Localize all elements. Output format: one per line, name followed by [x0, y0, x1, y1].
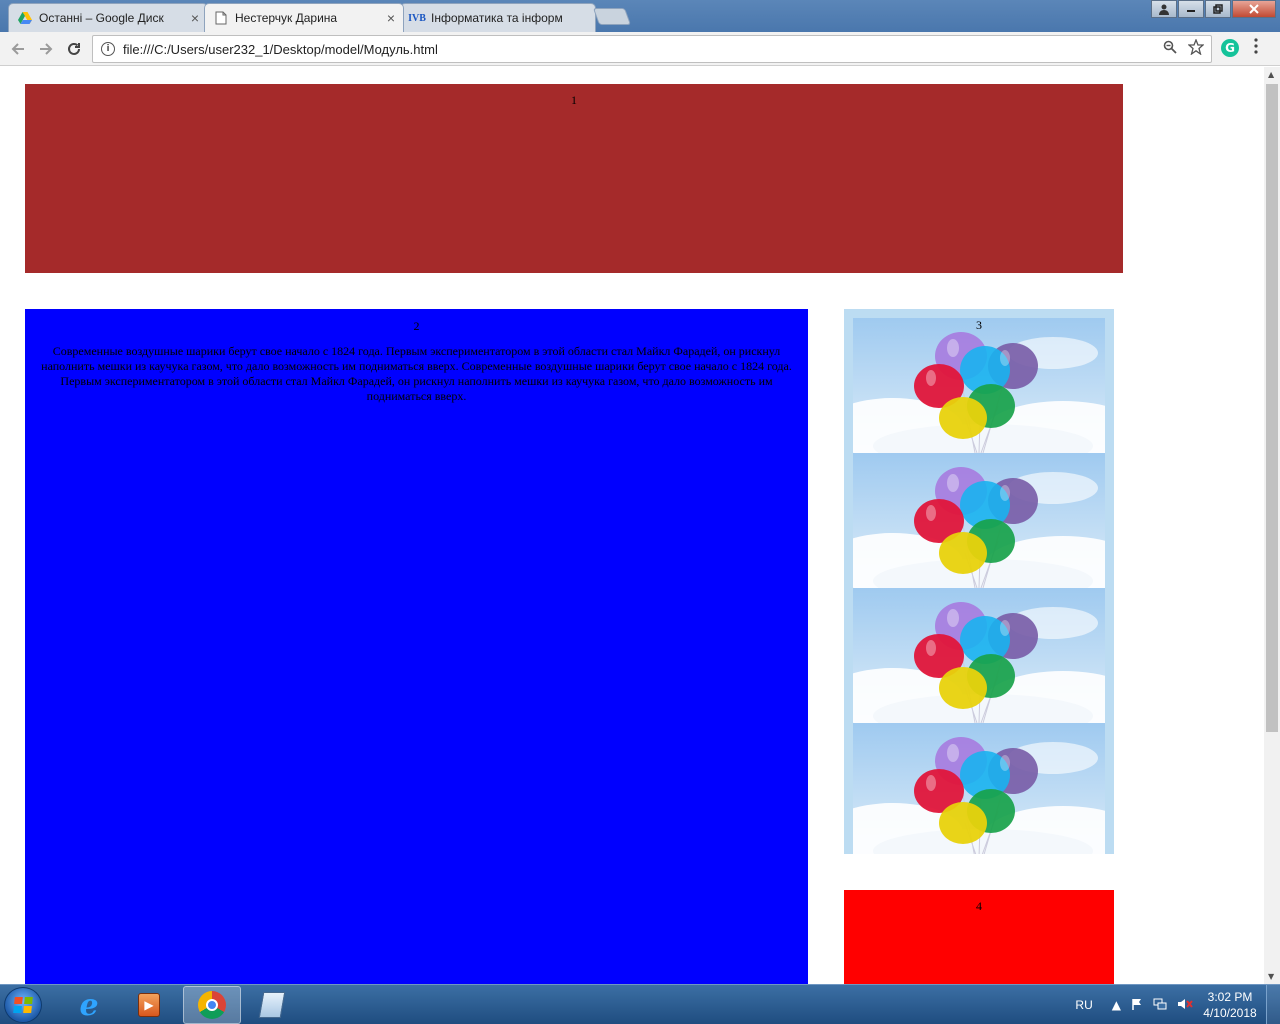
show-hidden-icons-icon[interactable]: ▲: [1112, 998, 1121, 1012]
internet-explorer-icon[interactable]: e: [60, 986, 118, 1024]
zoom-icon[interactable]: [1159, 40, 1181, 58]
tab-informatics[interactable]: IVB Інформатика та інформ: [400, 3, 596, 32]
tab-nesterchuk[interactable]: Нестерчук Дарина ×: [204, 3, 404, 32]
info-icon[interactable]: i: [101, 42, 115, 56]
page-viewport: 1 2 Современные воздушные шарики берут с…: [0, 67, 1264, 984]
action-center-flag-icon[interactable]: [1131, 998, 1143, 1013]
block-3: 3: [844, 309, 1114, 854]
address-url[interactable]: file:///C:/Users/user232_1/Desktop/model…: [123, 42, 1159, 57]
close-window-button[interactable]: [1232, 0, 1276, 18]
forward-arrow-icon[interactable]: [34, 37, 58, 61]
tab-title: Інформатика та інформ: [431, 11, 563, 25]
clock-date: 4/10/2018: [1203, 1006, 1257, 1020]
scroll-up-arrow-icon[interactable]: ▲: [1268, 70, 1274, 79]
bookmark-star-icon[interactable]: [1185, 38, 1207, 59]
balloons-image: [853, 723, 1105, 854]
volume-muted-icon[interactable]: [1177, 998, 1193, 1013]
tab-google-drive[interactable]: Останні – Google Диск ×: [8, 3, 208, 32]
balloons-paragraph: Современные воздушные шарики берут свое …: [41, 344, 792, 403]
notepad-icon[interactable]: [243, 986, 301, 1024]
balloons-image: [853, 453, 1105, 588]
window-controls: [1150, 0, 1276, 18]
clock-time: 3:02 PM: [1207, 990, 1253, 1004]
menu-icon[interactable]: [1254, 38, 1258, 54]
tab-title: Останні – Google Диск: [39, 11, 164, 25]
language-indicator[interactable]: RU: [1075, 998, 1092, 1012]
scroll-down-arrow-icon[interactable]: ▼: [1268, 972, 1274, 981]
start-button[interactable]: [4, 987, 42, 1023]
grammarly-extension-icon[interactable]: G: [1221, 39, 1239, 57]
block-4: 4: [844, 890, 1114, 984]
block-1: 1: [25, 84, 1123, 273]
browser-toolbar: i file:///C:/Users/user232_1/Desktop/mod…: [0, 32, 1280, 66]
tab-title: Нестерчук Дарина: [235, 11, 338, 25]
page-icon: [213, 10, 229, 26]
windows-taskbar: e ▶ RU ▲ 3:02 PM 4/10/2018: [0, 984, 1280, 1024]
show-desktop-button[interactable]: [1266, 985, 1280, 1024]
system-tray: RU ▲ 3:02 PM 4/10/2018: [1075, 985, 1280, 1024]
block-2: 2 Современные воздушные шарики берут сво…: [25, 309, 808, 984]
back-arrow-icon[interactable]: [6, 37, 30, 61]
scrollbar-thumb[interactable]: [1266, 84, 1278, 732]
close-icon[interactable]: ×: [191, 10, 199, 26]
clock[interactable]: 3:02 PM 4/10/2018: [1198, 989, 1262, 1021]
google-drive-icon: [17, 10, 33, 26]
close-icon[interactable]: ×: [387, 10, 395, 26]
browser-titlebar: Останні – Google Диск × Нестерчук Дарина…: [0, 0, 1280, 32]
block-3-label: 3: [976, 318, 982, 332]
network-icon[interactable]: [1153, 998, 1167, 1013]
user-profile-icon[interactable]: [1151, 0, 1177, 18]
block-1-label: 1: [571, 93, 577, 107]
chrome-icon[interactable]: [183, 986, 241, 1024]
address-bar[interactable]: i file:///C:/Users/user232_1/Desktop/mod…: [92, 35, 1212, 63]
vertical-scrollbar[interactable]: ▲ ▼: [1264, 67, 1280, 984]
media-player-icon[interactable]: ▶: [120, 986, 178, 1024]
restore-button[interactable]: [1205, 0, 1231, 18]
balloons-image: [853, 588, 1105, 723]
block-2-label: 2: [413, 319, 420, 333]
site-logo-icon: IVB: [408, 12, 426, 24]
minimize-button[interactable]: [1178, 0, 1204, 18]
block-4-label: 4: [976, 899, 982, 913]
balloons-image: [853, 318, 1105, 453]
reload-icon[interactable]: [62, 37, 86, 61]
windows-logo-icon: [13, 997, 33, 1013]
new-tab-button[interactable]: [592, 8, 632, 25]
